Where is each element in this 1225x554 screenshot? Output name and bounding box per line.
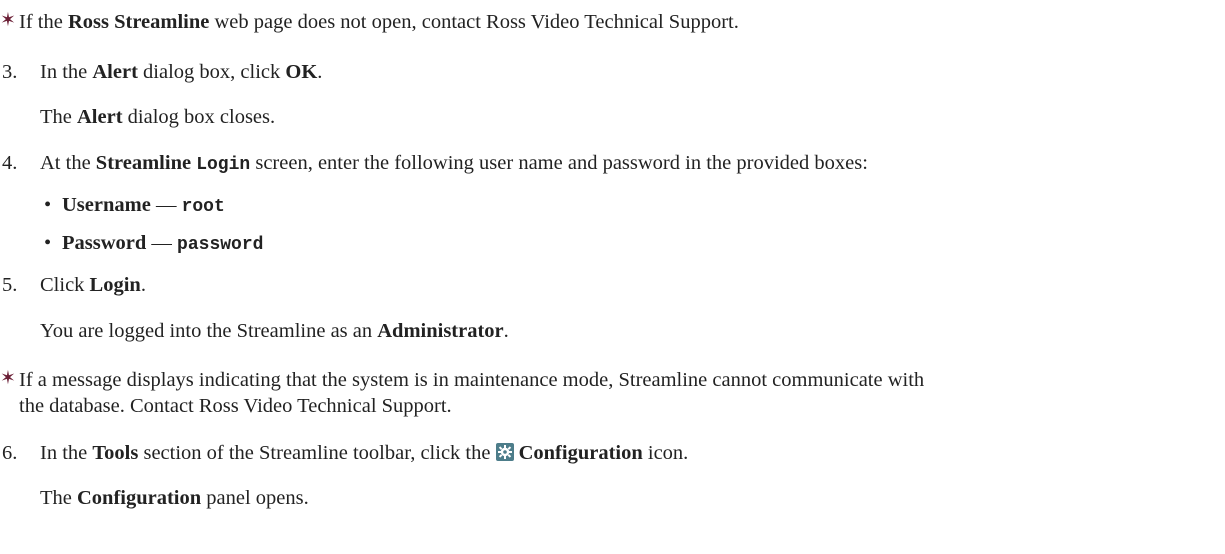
step-number: 6.: [2, 442, 18, 464]
step-number: 5.: [2, 274, 18, 296]
star-icon: ✶: [0, 368, 16, 389]
step-number: 4.: [2, 152, 18, 174]
step-text: In the Tools section of the Streamline t…: [40, 442, 689, 464]
note-text-line2: the database. Contact Ross Video Technic…: [19, 395, 452, 417]
step-number: 3.: [2, 61, 18, 83]
star-icon: ✶: [0, 10, 16, 31]
step-text: At the Streamline Login screen, enter th…: [40, 152, 868, 175]
note-text: If the Ross Streamline web page does not…: [19, 11, 739, 33]
note-text-line1: If a message displays indicating that th…: [19, 369, 925, 391]
gear-icon: [495, 443, 514, 461]
step-text: In the Alert dialog box, click OK.: [40, 61, 323, 83]
step-text: Click Login.: [40, 274, 146, 296]
